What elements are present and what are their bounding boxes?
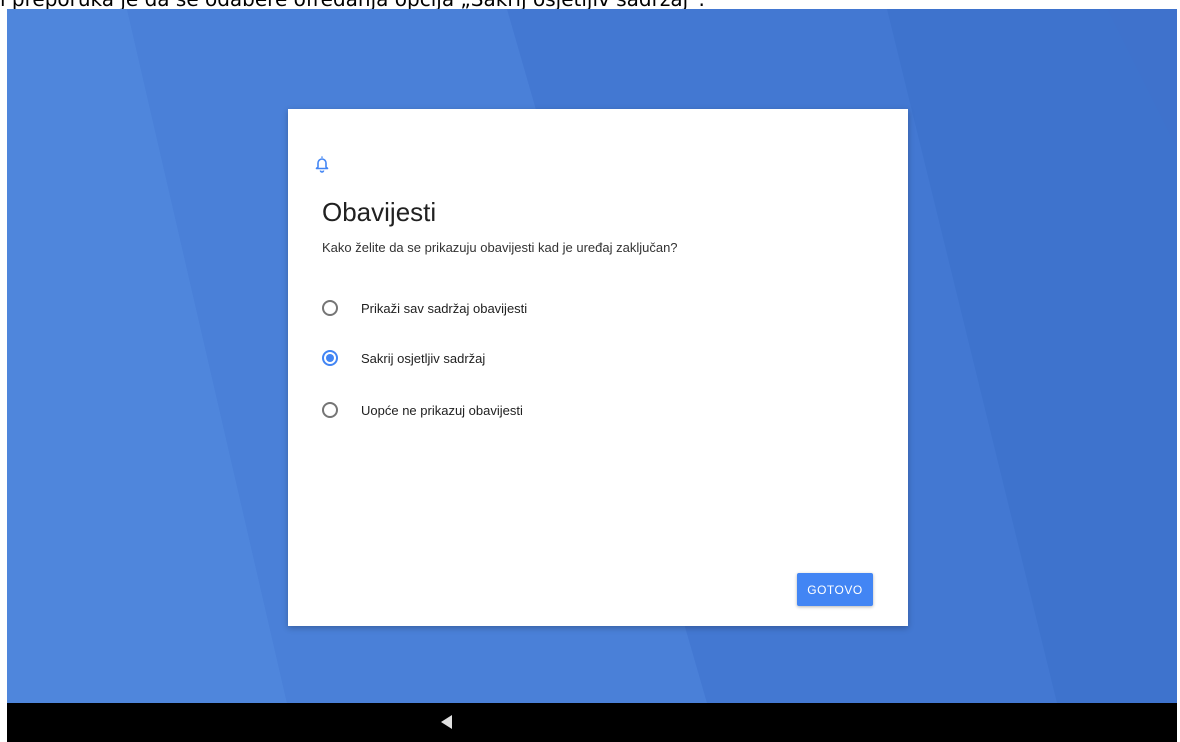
radio-button[interactable] (322, 300, 338, 316)
navigation-bar (7, 703, 1177, 742)
option-label: Prikaži sav sadržaj obavijesti (361, 300, 528, 316)
radio-button-selected[interactable] (322, 350, 338, 366)
bell-icon (315, 156, 329, 173)
device-screen: Obavijesti Kako želite da se prikazuju o… (7, 9, 1177, 742)
option-label: Sakrij osjetljiv sadržaj (361, 350, 486, 366)
back-triangle-icon[interactable] (441, 715, 453, 729)
option-hide-sensitive[interactable]: Sakrij osjetljiv sadržaj (322, 343, 882, 373)
done-button[interactable]: GOTOVO (797, 573, 873, 606)
radio-button[interactable] (322, 402, 338, 418)
option-show-all[interactable]: Prikaži sav sadržaj obavijesti (322, 293, 882, 323)
dialog-title: Obavijesti (322, 197, 437, 227)
option-show-none[interactable]: Uopće ne prikazuj obavijesti (322, 395, 882, 425)
dialog-subtitle: Kako želite da se prikazuju obavijesti k… (322, 240, 678, 255)
option-label: Uopće ne prikazuj obavijesti (361, 402, 523, 418)
notifications-dialog: Obavijesti Kako želite da se prikazuju o… (288, 109, 908, 626)
